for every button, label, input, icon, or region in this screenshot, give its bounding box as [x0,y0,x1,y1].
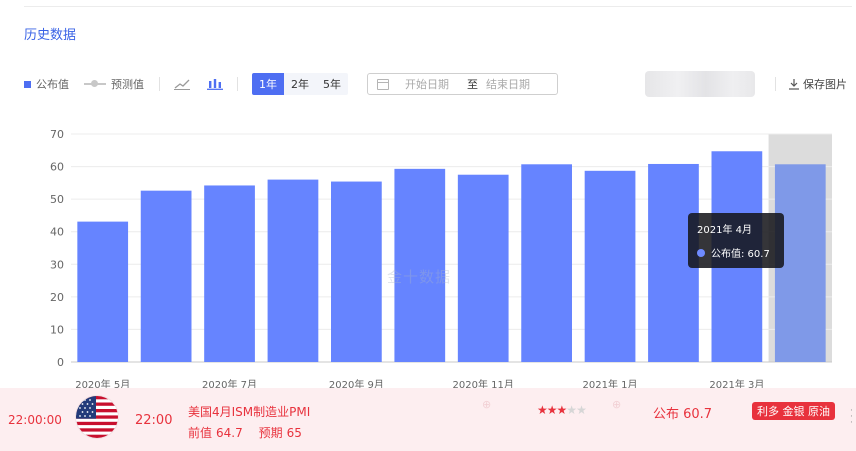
range-1y-button[interactable]: 1年 [252,73,284,95]
star-icon: ★ [537,403,548,417]
line-chart-button[interactable] [172,73,192,95]
range-5y-button[interactable]: 5年 [316,73,348,95]
event-clock: 22:00 [135,413,173,428]
star-icon: ★ [556,403,568,417]
event-watermark: ⊕ [482,398,492,411]
date-range-to-label: 至 [467,78,478,91]
event-title[interactable]: 美国4月ISM制造业PMI [188,403,310,420]
y-tick-label: 70 [50,128,64,141]
range-2y-button[interactable]: 2年 [284,73,316,95]
line-chart-icon [174,79,190,90]
more-options-icon[interactable]: · · · [850,407,854,428]
y-tick-label: 10 [50,323,64,336]
impact-badge: 利多 金银 原油 [752,402,835,420]
y-tick-label: 40 [50,226,64,239]
legend-forecast-label: 预测值 [111,78,144,91]
forecast-value: 65 [286,426,302,440]
bar [77,221,129,362]
forecast-label: 预期 [258,426,283,440]
bar [267,179,319,362]
y-tick-label: 50 [50,193,64,206]
event-watermark: ⊕ [612,398,622,411]
star-icon: ★ [576,403,587,417]
download-icon [789,79,799,90]
star-icon: ★ [546,403,558,417]
toolbar-divider [159,77,160,91]
bar-chart-icon [207,79,223,90]
bar [457,174,509,362]
legend-forecast[interactable]: 预测值 [84,73,144,95]
save-image-label: 保存图片 [803,78,847,91]
legend-line-icon [84,79,106,89]
us-flag-icon [76,396,118,438]
toolbar-divider [237,77,238,91]
importance-stars: ★★★★★ [537,403,587,417]
legend-published[interactable]: 公布值 [24,73,69,95]
event-actual: 公布 60.7 [653,407,713,422]
event-time: 22:00:00 [8,413,62,427]
legend-published-label: 公布值 [36,78,69,91]
y-tick-label: 30 [50,258,64,271]
bar-chart-button[interactable] [205,73,225,95]
bar [331,181,382,362]
tooltip-value: 公布值: 60.7 [711,249,770,260]
star-icon: ★ [566,403,577,417]
previous-value: 64.7 [216,426,243,440]
chart-watermark: 金十数据 [387,268,452,286]
save-image-button[interactable]: 保存图片 [788,73,847,95]
y-tick-label: 20 [50,291,64,304]
tooltip-title: 2021年 4月 [697,225,752,236]
toolbar-divider [775,77,776,91]
chart-toolbar: 公布值 预测值 1年 2年 5年 至 [24,71,856,97]
range-selector: 1年 2年 5年 [252,73,348,95]
start-date-input[interactable] [405,77,463,91]
top-divider [24,6,852,7]
y-tick-label: 0 [57,356,64,369]
event-row[interactable]: 22:00:00 22:00 美国4月ISM制造业PMI 前值 64.7 预期 65… [0,388,856,451]
bar [204,185,255,362]
end-date-input[interactable] [486,77,544,91]
bar [584,170,636,362]
y-tick-label: 60 [50,161,64,174]
section-title: 历史数据 [24,28,77,43]
event-previous-forecast: 前值 64.7 预期 65 [188,424,306,441]
bar [521,164,572,362]
date-range-picker: 至 [367,73,558,95]
calendar-icon [377,78,389,90]
legend-square-icon [24,80,31,88]
previous-label: 前值 [188,426,213,440]
chart-tooltip: 2021年 4月 公布值: 60.7 [688,213,784,268]
bar [140,190,192,362]
tooltip-series-dot [697,248,705,257]
blurred-placeholder [645,71,755,97]
